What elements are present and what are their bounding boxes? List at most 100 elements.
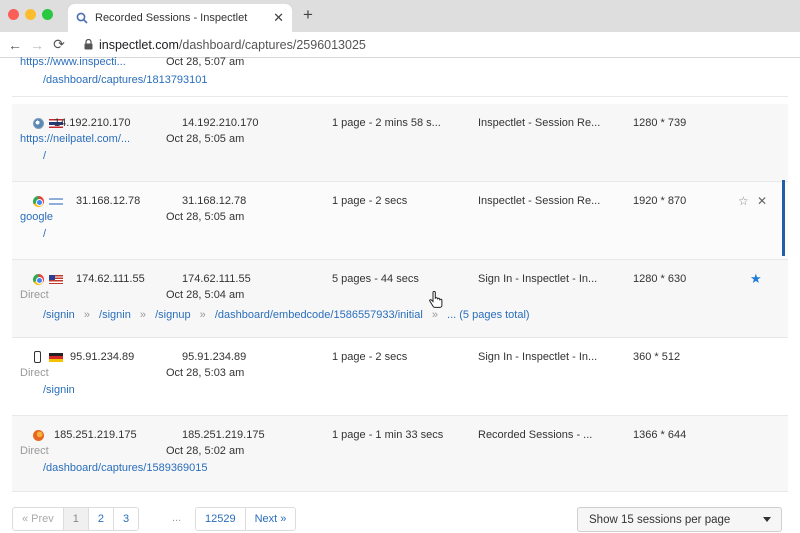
session-pages: 1 page - 2 secs — [332, 351, 408, 363]
tab-title: Recorded Sessions - Inspectlet — [95, 12, 248, 24]
sessions-content: https://www.inspecti... Oct 28, 5:07 am … — [0, 56, 800, 533]
table-row[interactable]: 174.62.111.55 174.62.111.55 Direct Oct 2… — [12, 260, 788, 338]
pagination-end: 12529 Next » — [195, 507, 297, 531]
chrome-icon — [33, 274, 44, 285]
table-row[interactable]: https://www.inspecti... Oct 28, 5:07 am … — [12, 56, 788, 97]
search-icon — [76, 12, 88, 24]
session-date: Oct 28, 5:05 am — [166, 133, 245, 145]
session-page-title: Recorded Sessions - ... — [478, 429, 593, 441]
session-source: Direct — [20, 289, 49, 301]
session-pages: 1 page - 2 mins 58 s... — [332, 117, 441, 129]
session-source[interactable]: https://neilpatel.com/... — [20, 133, 130, 145]
reload-icon[interactable]: ⟳ — [48, 36, 70, 53]
germany-flag-icon — [49, 353, 63, 362]
prev-page-button[interactable]: « Prev — [13, 508, 64, 530]
session-path[interactable]: /signin — [43, 384, 75, 396]
url-input[interactable]: inspectlet.com/dashboard/captures/259601… — [99, 38, 366, 52]
per-page-label: Show 15 sessions per page — [589, 513, 731, 526]
session-resolution: 1920 * 870 — [633, 195, 687, 207]
minimize-window-button[interactable] — [25, 9, 36, 20]
table-row[interactable]: 14.192.210.170 14.192.210.170 https://ne… — [12, 104, 788, 182]
path-separator: » — [431, 309, 438, 321]
star-filled-icon[interactable]: ★ — [750, 271, 762, 287]
session-ip-repeat: 185.251.219.175 — [182, 429, 265, 441]
delete-icon[interactable]: ✕ — [757, 194, 767, 208]
mobile-phone-icon — [34, 351, 41, 363]
path-step[interactable]: /dashboard/embedcode/1586557933/initial — [215, 309, 423, 321]
close-window-button[interactable] — [8, 9, 19, 20]
session-ip-repeat: 14.192.210.170 — [182, 117, 259, 129]
session-ip: 95.91.234.89 — [70, 351, 135, 363]
path-total-link[interactable]: ... (5 pages total) — [447, 309, 530, 321]
new-tab-icon[interactable]: + — [303, 5, 313, 25]
url-path: /dashboard/captures/2596013025 — [178, 37, 366, 52]
tab-close-icon[interactable]: ✕ — [273, 10, 284, 26]
page-button-3[interactable]: 3 — [114, 508, 139, 530]
next-page-button[interactable]: Next » — [245, 508, 296, 530]
table-row[interactable]: 31.168.12.78 31.168.12.78 google Oct 28,… — [12, 182, 788, 260]
session-source: Direct — [20, 367, 49, 379]
sessions-per-page-dropdown[interactable]: Show 15 sessions per page — [577, 507, 782, 532]
session-resolution: 1366 * 644 — [633, 429, 687, 441]
maximize-window-button[interactable] — [42, 9, 53, 20]
session-resolution: 1280 * 739 — [633, 117, 687, 129]
session-path[interactable]: / — [43, 150, 46, 162]
session-date: Oct 28, 5:05 am — [166, 211, 245, 223]
session-source[interactable]: https://www.inspecti... — [20, 56, 126, 68]
session-ip-repeat: 95.91.234.89 — [182, 351, 247, 363]
hand-cursor-icon — [429, 291, 443, 308]
table-row[interactable]: 185.251.219.175 185.251.219.175 Direct O… — [12, 416, 788, 492]
browser-tab-bar: Recorded Sessions - Inspectlet ✕ + — [0, 0, 800, 32]
session-pages: 1 page - 2 secs — [332, 195, 408, 207]
session-ip-repeat: 174.62.111.55 — [182, 273, 251, 285]
session-page-title: Sign In - Inspectlet - In... — [478, 351, 598, 363]
session-page-title: Inspectlet - Session Re... — [478, 117, 601, 129]
session-ip: 185.251.219.175 — [54, 429, 137, 441]
usa-flag-icon — [49, 275, 63, 284]
browser-tab[interactable]: Recorded Sessions - Inspectlet ✕ — [68, 4, 292, 32]
session-resolution: 360 * 512 — [633, 351, 681, 363]
firefox-icon — [33, 430, 44, 441]
session-date: Oct 28, 5:03 am — [166, 367, 245, 379]
path-step[interactable]: /signup — [155, 309, 190, 321]
page-button-2[interactable]: 2 — [88, 508, 115, 530]
session-ip-repeat: 31.168.12.78 — [182, 195, 247, 207]
lock-icon — [84, 39, 93, 50]
path-separator: » — [199, 309, 206, 321]
url-host: inspectlet.com — [99, 37, 179, 52]
israel-flag-icon — [49, 197, 63, 206]
window-controls — [8, 9, 53, 20]
session-date: Oct 28, 5:07 am — [166, 56, 245, 68]
table-row[interactable]: 95.91.234.89 95.91.234.89 Direct Oct 28,… — [12, 338, 788, 416]
session-source[interactable]: google — [20, 211, 53, 223]
pagination-ellipsis: ... — [172, 512, 182, 524]
session-pages: 5 pages - 44 secs — [332, 273, 419, 285]
chevron-down-icon — [763, 517, 771, 522]
session-date: Oct 28, 5:02 am — [166, 445, 245, 457]
session-path-trail: /signin » /signin » /signup » /dashboard… — [43, 309, 530, 321]
session-page-title: Sign In - Inspectlet - In... — [478, 273, 598, 285]
path-separator: » — [83, 309, 90, 321]
star-outline-icon[interactable]: ☆ — [738, 194, 749, 208]
address-bar: ← → ⟳ inspectlet.com/dashboard/captures/… — [0, 32, 800, 58]
session-date: Oct 28, 5:04 am — [166, 289, 245, 301]
chrome-icon — [33, 196, 44, 207]
back-arrow-icon[interactable]: ← — [4, 37, 26, 53]
page-button-1[interactable]: 1 — [63, 508, 89, 530]
forward-arrow-icon[interactable]: → — [26, 37, 48, 53]
path-step[interactable]: /signin — [99, 309, 131, 321]
session-ip: 174.62.111.55 — [76, 273, 145, 285]
session-ip: 31.168.12.78 — [76, 195, 141, 207]
session-path[interactable]: /dashboard/captures/1589369015 — [43, 462, 208, 474]
safari-icon — [33, 118, 44, 129]
session-pages: 1 page - 1 min 33 secs — [332, 429, 444, 441]
session-path[interactable]: / — [43, 228, 46, 240]
session-path[interactable]: /dashboard/captures/1813793101 — [43, 74, 208, 86]
pagination: « Prev 1 2 3 — [12, 507, 140, 531]
active-row-marker — [782, 180, 785, 256]
last-page-button[interactable]: 12529 — [196, 508, 246, 530]
path-separator: » — [139, 309, 147, 321]
session-ip: 14.192.210.170 — [54, 117, 131, 129]
path-step[interactable]: /signin — [43, 309, 75, 321]
session-source: Direct — [20, 445, 49, 457]
